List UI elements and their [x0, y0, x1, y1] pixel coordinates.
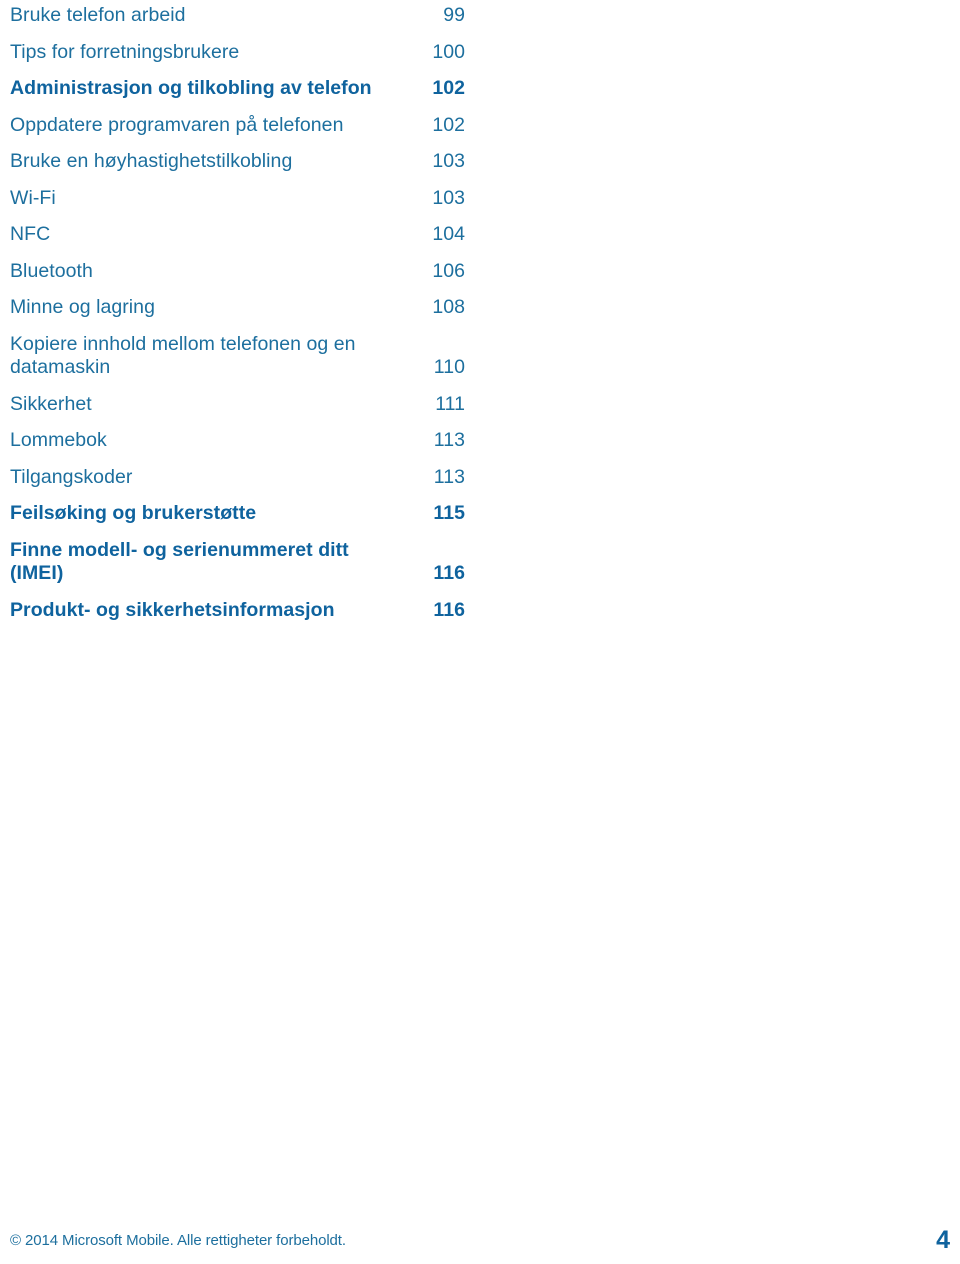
toc-entry-page-number: 100: [432, 40, 465, 63]
toc-entry-page-number: 102: [432, 77, 465, 99]
toc-entry-label: Feilsøking og brukerstøtte: [10, 502, 257, 524]
toc-entry-label: Oppdatere programvaren på telefonen: [10, 113, 344, 136]
toc-entry-page-number: 113: [433, 429, 465, 451]
toc-entry-page-number: 99: [443, 4, 465, 26]
toc-entry-label: Administrasjon og tilkobling av telefon: [10, 77, 372, 99]
document-page: Bruke telefon arbeid 99 Tips for forretnin…: [0, 0, 960, 1264]
toc-entry[interactable]: Feilsøking og brukerstøtte 115: [10, 502, 465, 526]
toc-entry[interactable]: Produkt- og sikkerhetsinformasjon 116: [10, 599, 465, 623]
toc-entry-page-number: 103: [432, 150, 465, 172]
toc-entry-page-number: 116: [433, 598, 465, 621]
toc-entry[interactable]: NFC 104: [10, 223, 465, 247]
toc-entry-label: Tilgangskoder: [10, 465, 133, 488]
toc-entry-label: Tips for forretningsbrukere: [10, 40, 240, 63]
copyright-notice: © 2014 Microsoft Mobile. Alle rettighete…: [10, 1232, 346, 1249]
toc-entry[interactable]: Finne modell- og serienummeret ditt (IME…: [10, 539, 465, 586]
toc-entry-label: NFC: [10, 223, 51, 245]
toc-entry-page-number: 103: [432, 186, 465, 209]
toc-entry-page-number: 102: [432, 113, 465, 136]
toc-entry-label: Finne modell- og serienummeret ditt (IME…: [10, 538, 349, 585]
toc-entry[interactable]: Wi-Fi 103: [10, 187, 465, 211]
toc-entry-page-number: 116: [433, 562, 465, 584]
toc-entry[interactable]: Administrasjon og tilkobling av telefon 1…: [10, 77, 465, 101]
toc-entry-page-number: 111: [435, 392, 465, 415]
toc-entry[interactable]: Minne og lagring 108: [10, 296, 465, 320]
toc-entry-page-number: 110: [433, 356, 465, 378]
toc-entry[interactable]: Bruke telefon arbeid 99: [10, 4, 465, 28]
toc-entry[interactable]: Tilgangskoder 113: [10, 466, 465, 490]
toc-entry-page-number: 104: [432, 223, 465, 245]
toc-entry-label: Minne og lagring: [10, 296, 155, 318]
page-footer: © 2014 Microsoft Mobile. Alle rettighete…: [10, 1220, 950, 1254]
toc-entry-page-number: 115: [433, 502, 465, 524]
toc-entry-label: Lommebok: [10, 429, 107, 451]
toc-entry[interactable]: Tips for forretningsbrukere 100: [10, 41, 465, 65]
toc-entry-label: Kopiere innhold mellom telefonen og en d…: [10, 332, 356, 379]
toc-entry[interactable]: Sikkerhet 111: [10, 393, 465, 417]
toc-entry[interactable]: Bluetooth 106: [10, 260, 465, 284]
toc-entry[interactable]: Kopiere innhold mellom telefonen og en d…: [10, 333, 465, 380]
toc-entry-label: Bruke telefon arbeid: [10, 4, 186, 26]
toc-entry[interactable]: Lommebok 113: [10, 429, 465, 453]
toc-entry[interactable]: Oppdatere programvaren på telefonen 102: [10, 114, 465, 138]
toc-entry[interactable]: Bruke en høyhastighetstilkobling 103: [10, 150, 465, 174]
toc-entry-page-number: 113: [433, 465, 465, 488]
toc-entry-label: Bluetooth: [10, 259, 93, 282]
toc-entry-page-number: 108: [432, 296, 465, 318]
toc-entry-label: Produkt- og sikkerhetsinformasjon: [10, 598, 335, 621]
toc-entry-page-number: 106: [432, 259, 465, 282]
toc-entry-label: Wi-Fi: [10, 186, 56, 209]
toc-entry-label: Sikkerhet: [10, 392, 92, 415]
page-number: 4: [936, 1226, 950, 1254]
toc-entry-label: Bruke en høyhastighetstilkobling: [10, 150, 293, 172]
table-of-contents: Bruke telefon arbeid 99 Tips for forretnin…: [10, 4, 465, 635]
